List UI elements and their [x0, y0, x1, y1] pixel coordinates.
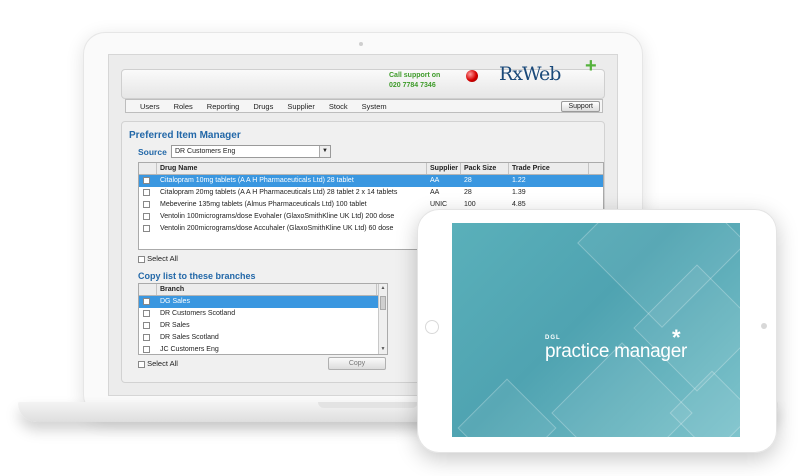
row-checkbox[interactable] [143, 200, 150, 208]
main-menu: Users Roles Reporting Drugs Supplier Stock Sys… [140, 102, 387, 111]
branch-name-cell: DG Sales [160, 298, 190, 305]
select-all-branches[interactable]: Select All [138, 359, 178, 368]
list-item[interactable]: DR Sales Scotland [139, 332, 387, 344]
branch-table: Branch DG Sales DR Customers Scotland DR S… [138, 283, 388, 355]
row-checkbox-cell[interactable] [139, 187, 157, 199]
page-title: Preferred Item Manager [129, 130, 241, 141]
row-checkbox[interactable] [143, 224, 150, 232]
decor-diamond [457, 378, 557, 437]
branch-checkbox-cell[interactable] [139, 320, 157, 332]
decor-diamond [669, 370, 740, 437]
copy-button[interactable]: Copy [328, 357, 386, 370]
tablet-frame: DGL practice manager * [417, 209, 777, 453]
supplier-cell: AA [430, 177, 440, 184]
branch-checkbox-cell[interactable] [139, 296, 157, 308]
branch-checkbox[interactable] [143, 345, 150, 353]
brand-star-icon: * [672, 325, 681, 350]
support-button[interactable]: Support [561, 101, 600, 112]
branch-checkbox[interactable] [143, 321, 150, 329]
scroll-thumb[interactable] [380, 296, 386, 310]
tablet-screen: DGL practice manager * [452, 223, 740, 437]
select-all-label: Select All [147, 254, 178, 263]
menu-item-system[interactable]: System [362, 102, 387, 111]
drug-name-cell: Ventolin 100micrograms/dose Evohaler (Gl… [160, 213, 395, 220]
logo-plus-icon: + [585, 55, 597, 77]
list-item[interactable]: JC Customers Eng [139, 344, 387, 354]
branch-scrollbar[interactable]: ▲ ▼ [378, 284, 387, 354]
column-branch[interactable]: Branch [157, 284, 377, 295]
menu-item-reporting[interactable]: Reporting [207, 102, 240, 111]
scroll-down-icon[interactable]: ▼ [379, 345, 387, 354]
copy-section-title: Copy list to these branches [138, 271, 256, 281]
drug-name-cell: Ventolin 200micrograms/dose Accuhaler (G… [160, 225, 394, 232]
menu-item-stock[interactable]: Stock [329, 102, 348, 111]
column-pack-size[interactable]: Pack Size [461, 163, 509, 174]
laptop-notch [318, 402, 418, 408]
status-light-icon [466, 70, 478, 82]
brand-practice-manager: practice manager [545, 341, 687, 362]
row-checkbox-cell[interactable] [139, 211, 157, 223]
trade-price-cell: 1.39 [512, 189, 526, 196]
rxweb-logo: RxWeb [499, 63, 561, 85]
row-checkbox[interactable] [143, 212, 150, 220]
row-checkbox-cell[interactable] [139, 199, 157, 211]
scroll-up-icon[interactable]: ▲ [379, 284, 387, 293]
branch-name-cell: DR Customers Scotland [160, 310, 236, 317]
support-phone: Call support on 020 7784 7346 [389, 71, 440, 91]
list-item[interactable]: DR Customers Scotland [139, 308, 387, 320]
table-row[interactable]: Citalopram 10mg tablets (A A H Pharmaceu… [139, 175, 603, 187]
select-all-checkbox[interactable] [138, 255, 145, 263]
list-item[interactable]: DG Sales [139, 296, 387, 308]
list-item[interactable]: DR Sales [139, 320, 387, 332]
source-select[interactable]: DR Customers Eng ▼ [171, 145, 331, 158]
call-support-label: Call support on [389, 72, 441, 79]
branch-checkbox-cell[interactable] [139, 344, 157, 354]
branch-name-cell: JC Customers Eng [160, 346, 219, 353]
branch-table-body: DG Sales DR Customers Scotland DR Sales DR … [139, 296, 387, 354]
select-all-branches-checkbox[interactable] [138, 360, 145, 368]
support-phone-number: 020 7784 7346 [389, 82, 436, 89]
row-checkbox[interactable] [143, 176, 150, 184]
row-checkbox-cell[interactable] [139, 175, 157, 187]
supplier-cell: AA [430, 189, 440, 196]
branch-checkbox[interactable] [143, 333, 150, 341]
branch-checkbox-cell[interactable] [139, 332, 157, 344]
drug-table-header: Drug Name Supplier Pack Size Trade Price [139, 163, 603, 175]
column-supplier[interactable]: Supplier [427, 163, 461, 174]
drug-name-cell: Citalopram 10mg tablets (A A H Pharmaceu… [160, 177, 354, 184]
branch-name-cell: DR Sales Scotland [160, 334, 219, 341]
row-checkbox[interactable] [143, 188, 150, 196]
pack-size-cell: 28 [464, 189, 472, 196]
tablet-home-button [425, 320, 439, 334]
checkbox-column-header [139, 284, 157, 295]
select-all-branches-label: Select All [147, 359, 178, 368]
branch-checkbox-cell[interactable] [139, 308, 157, 320]
select-all-drugs[interactable]: Select All [138, 254, 178, 263]
branch-checkbox[interactable] [143, 309, 150, 317]
menu-item-users[interactable]: Users [140, 102, 160, 111]
camera-icon [359, 42, 363, 46]
branch-checkbox[interactable] [143, 297, 150, 305]
source-value: DR Customers Eng [175, 148, 236, 155]
branch-name-cell: DR Sales [160, 322, 190, 329]
pack-size-cell: 28 [464, 177, 472, 184]
table-row[interactable]: Citalopram 20mg tablets (A A H Pharmaceu… [139, 187, 603, 199]
column-drug-name[interactable]: Drug Name [157, 163, 427, 174]
chevron-down-icon[interactable]: ▼ [319, 146, 330, 157]
trade-price-cell: 1.22 [512, 177, 526, 184]
menu-bar: Users Roles Reporting Drugs Supplier Stock Sys… [125, 99, 603, 113]
menu-item-supplier[interactable]: Supplier [287, 102, 315, 111]
row-checkbox-cell[interactable] [139, 223, 157, 235]
drug-name-cell: Citalopram 20mg tablets (A A H Pharmaceu… [160, 189, 398, 196]
menu-item-drugs[interactable]: Drugs [253, 102, 273, 111]
menu-item-roles[interactable]: Roles [174, 102, 193, 111]
branch-table-header: Branch [139, 284, 387, 296]
column-trade-price[interactable]: Trade Price [509, 163, 589, 174]
source-label: Source [138, 147, 167, 157]
drug-name-cell: Mebeverine 135mg tablets (Almus Pharmace… [160, 201, 367, 208]
checkbox-column-header [139, 163, 157, 174]
tablet-camera-icon [761, 323, 767, 329]
